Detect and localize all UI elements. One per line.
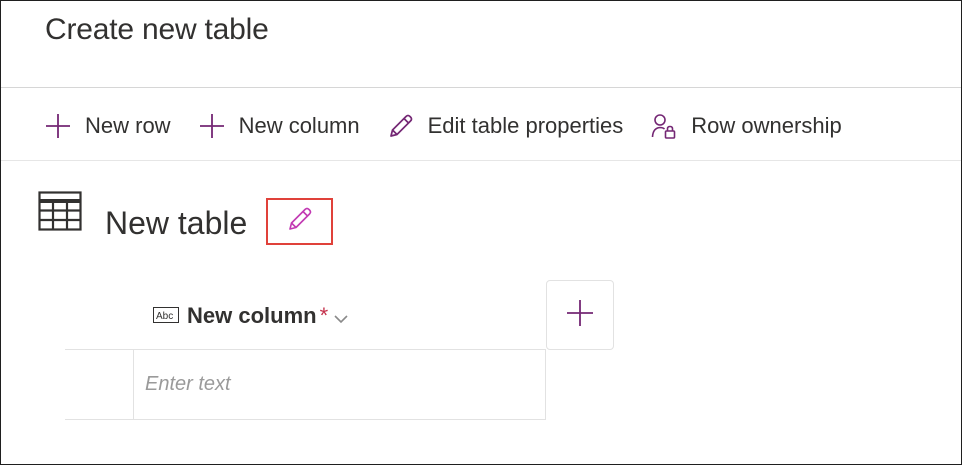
plus-icon — [566, 299, 594, 332]
grid-row-divider — [65, 419, 546, 420]
new-row-button[interactable]: New row — [44, 106, 171, 146]
header-divider — [1, 87, 961, 88]
edit-table-properties-button[interactable]: Edit table properties — [387, 106, 624, 146]
command-bar: New row New column Edit table properties… — [44, 106, 869, 146]
add-column-button[interactable] — [546, 280, 614, 350]
new-column-label: New column — [238, 113, 360, 138]
person-lock-icon — [650, 112, 678, 140]
text-cell-input[interactable] — [134, 350, 545, 419]
table-name: New table — [105, 205, 248, 241]
edit-table-name-button[interactable] — [266, 198, 333, 245]
pencil-icon — [387, 112, 415, 140]
table-grid-icon — [38, 191, 82, 231]
pencil-icon — [286, 205, 314, 238]
command-bar-divider — [1, 160, 961, 161]
text-type-icon: Abc — [153, 307, 179, 325]
edit-table-properties-label: Edit table properties — [427, 113, 624, 138]
page-title: Create new table — [45, 13, 269, 46]
chevron-down-icon[interactable] — [334, 311, 348, 324]
new-column-button[interactable]: New column — [198, 106, 360, 146]
column-name: New column — [187, 303, 317, 328]
new-row-label: New row — [85, 113, 171, 138]
text-type-icon-label: Abc — [156, 311, 173, 322]
required-marker: * — [319, 303, 329, 328]
grid-column-divider — [545, 349, 546, 420]
plus-icon — [198, 112, 226, 140]
plus-icon — [44, 112, 72, 140]
column-header-new-column[interactable]: Abc New column * — [153, 300, 348, 332]
row-ownership-button[interactable]: Row ownership — [650, 106, 842, 146]
row-ownership-label: Row ownership — [691, 113, 842, 138]
